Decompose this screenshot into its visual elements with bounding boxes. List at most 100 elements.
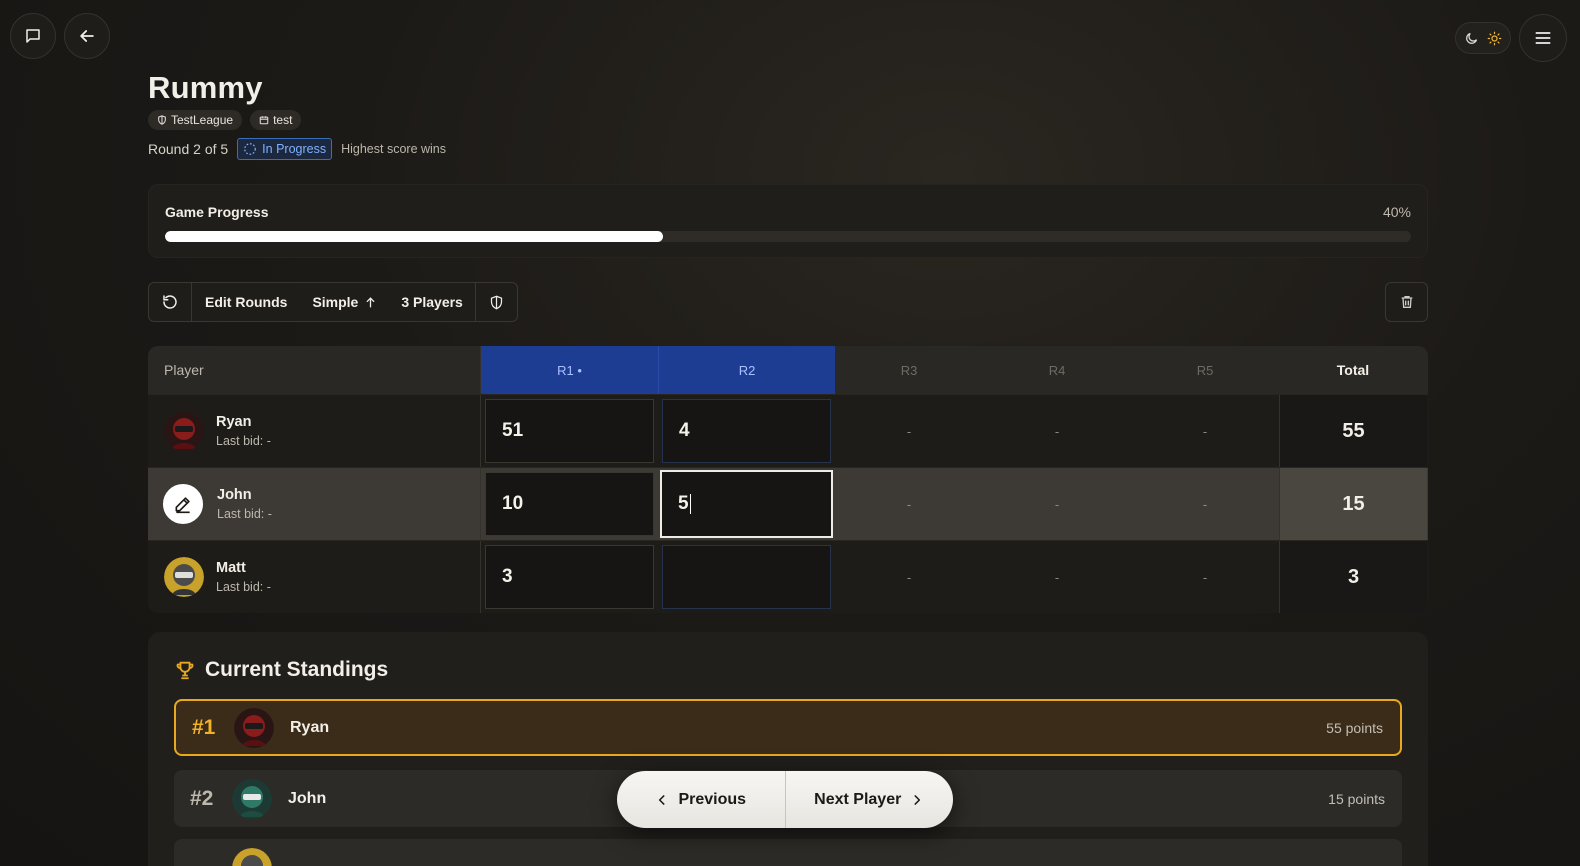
- score-cell-r2: [658, 541, 835, 613]
- score-input[interactable]: 10: [485, 472, 654, 536]
- standings-title-text: Current Standings: [205, 658, 389, 681]
- player-last-bid: Last bid: -: [217, 507, 272, 521]
- score-cell-r3: -: [835, 468, 983, 540]
- score-cell-r3: -: [906, 569, 912, 585]
- player-name: Ryan: [216, 414, 252, 430]
- round-header-r5[interactable]: R5: [1131, 346, 1279, 394]
- trophy-icon: [176, 661, 194, 680]
- player-name: John: [217, 487, 252, 503]
- total-column-header: Total: [1336, 362, 1370, 378]
- player-cell[interactable]: Ryan Last bid: -: [148, 395, 481, 467]
- pencil-icon: [175, 497, 190, 514]
- game-toolbar: Edit Rounds Simple 3 Players: [148, 282, 518, 322]
- score-cell-r4: -: [1054, 569, 1060, 585]
- score-cell-r4: -: [1054, 423, 1060, 439]
- menu-button[interactable]: [1519, 14, 1567, 62]
- edit-rounds-button[interactable]: Edit Rounds: [192, 283, 300, 321]
- undo-icon: [163, 295, 177, 309]
- player-cell[interactable]: John Last bid: -: [148, 468, 481, 540]
- round-header-r3[interactable]: R3: [835, 346, 983, 394]
- win-condition: Highest score wins: [341, 142, 446, 156]
- avatar: [164, 411, 204, 451]
- total-score: 3: [1279, 541, 1427, 613]
- shield-icon: [158, 115, 166, 125]
- total-score: 15: [1279, 468, 1427, 540]
- game-progress-card: Game Progress 40%: [148, 184, 1428, 258]
- delete-game-button[interactable]: [1385, 282, 1428, 322]
- score-cell-r1: 3: [481, 541, 658, 613]
- tag-label: test: [273, 113, 293, 127]
- round-header-r1[interactable]: R1 •: [481, 346, 658, 394]
- player-column-header: Player: [148, 346, 481, 394]
- chat-icon: [26, 29, 40, 43]
- round-text: Round 2 of 5: [148, 141, 229, 157]
- theme-toggle[interactable]: [1455, 22, 1511, 54]
- arrow-left-icon: [80, 30, 94, 42]
- chevron-right-icon: [914, 794, 921, 805]
- current-standings-card: Current Standings #1 Ryan 55 points #2 J…: [148, 632, 1428, 866]
- player-name: Matt: [216, 560, 246, 576]
- standing-row[interactable]: [174, 839, 1402, 866]
- progress-fill: [165, 231, 664, 242]
- calendar-icon: [259, 116, 269, 125]
- progress-percent: 40%: [1382, 204, 1411, 220]
- round-header-r2[interactable]: R2: [658, 346, 835, 394]
- score-input[interactable]: 3: [485, 545, 654, 609]
- league-tag[interactable]: TestLeague: [148, 110, 243, 130]
- player-navigation: Previous Next Player: [617, 771, 953, 828]
- chat-button[interactable]: [10, 13, 56, 59]
- score-cell-r5: -: [1131, 468, 1279, 540]
- reset-button[interactable]: [149, 283, 192, 321]
- next-player-button[interactable]: Next Player: [786, 771, 954, 828]
- avatar: [232, 847, 272, 866]
- table-row: Matt Last bid: - 3 - - - 3: [148, 540, 1428, 613]
- standing-points: 55 points: [1326, 719, 1383, 736]
- edit-avatar[interactable]: [161, 482, 205, 526]
- progress-label: Game Progress: [165, 204, 269, 220]
- league-button[interactable]: [476, 283, 517, 321]
- standing-rank: #2: [190, 786, 214, 810]
- event-tag[interactable]: test: [250, 110, 302, 130]
- player-last-bid: Last bid: -: [216, 434, 271, 448]
- tag-list: TestLeague test: [148, 110, 302, 130]
- back-button[interactable]: [64, 13, 110, 59]
- hamburger-icon: [1535, 32, 1551, 44]
- table-row: Ryan Last bid: - 51 4 - - - 55: [148, 394, 1428, 467]
- previous-label: Previous: [678, 790, 747, 808]
- score-cell-r5: -: [1202, 569, 1208, 585]
- avatar: [234, 707, 274, 748]
- score-input[interactable]: 51: [485, 399, 654, 463]
- shield-icon: [490, 295, 502, 309]
- standing-points: 15 points: [1328, 790, 1385, 807]
- score-input[interactable]: [662, 545, 831, 609]
- player-last-bid: Last bid: -: [216, 580, 271, 594]
- score-cell-r4: -: [983, 468, 1131, 540]
- arrow-up-icon: [366, 296, 375, 307]
- score-cell-r1: 10: [481, 468, 658, 540]
- standings-title: Current Standings: [174, 658, 388, 682]
- chevron-left-icon: [659, 794, 665, 805]
- status-badge: In Progress: [237, 138, 333, 160]
- round-header-r4[interactable]: R4: [983, 346, 1131, 394]
- table-row-active: John Last bid: - 10 5 - - - 15: [148, 467, 1428, 540]
- scoring-mode-button[interactable]: Simple: [300, 283, 389, 321]
- avatar: [232, 778, 272, 819]
- player-cell[interactable]: Matt Last bid: -: [148, 541, 481, 613]
- standing-row[interactable]: #1 Ryan 55 points: [174, 699, 1402, 756]
- text-caret: [689, 494, 691, 514]
- mode-label: Simple: [312, 294, 359, 310]
- score-cell-r3: -: [906, 423, 912, 439]
- score-cell-r2: 5: [658, 468, 835, 540]
- score-cell-r5: -: [1202, 423, 1208, 439]
- table-header: Player R1 • R2 R3 R4 R5 Total: [148, 346, 1428, 394]
- standing-rank: #1: [192, 715, 216, 739]
- score-input-editing[interactable]: 5: [660, 470, 833, 538]
- moon-icon: [1466, 32, 1478, 44]
- score-table: Player R1 • R2 R3 R4 R5 Total Ryan Last …: [148, 346, 1428, 613]
- previous-button[interactable]: Previous: [617, 771, 786, 828]
- trash-icon: [1401, 296, 1412, 308]
- players-button[interactable]: 3 Players: [389, 283, 476, 321]
- next-label: Next Player: [814, 790, 902, 808]
- score-input[interactable]: 4: [662, 399, 831, 463]
- score-cell-r2: 4: [658, 395, 835, 467]
